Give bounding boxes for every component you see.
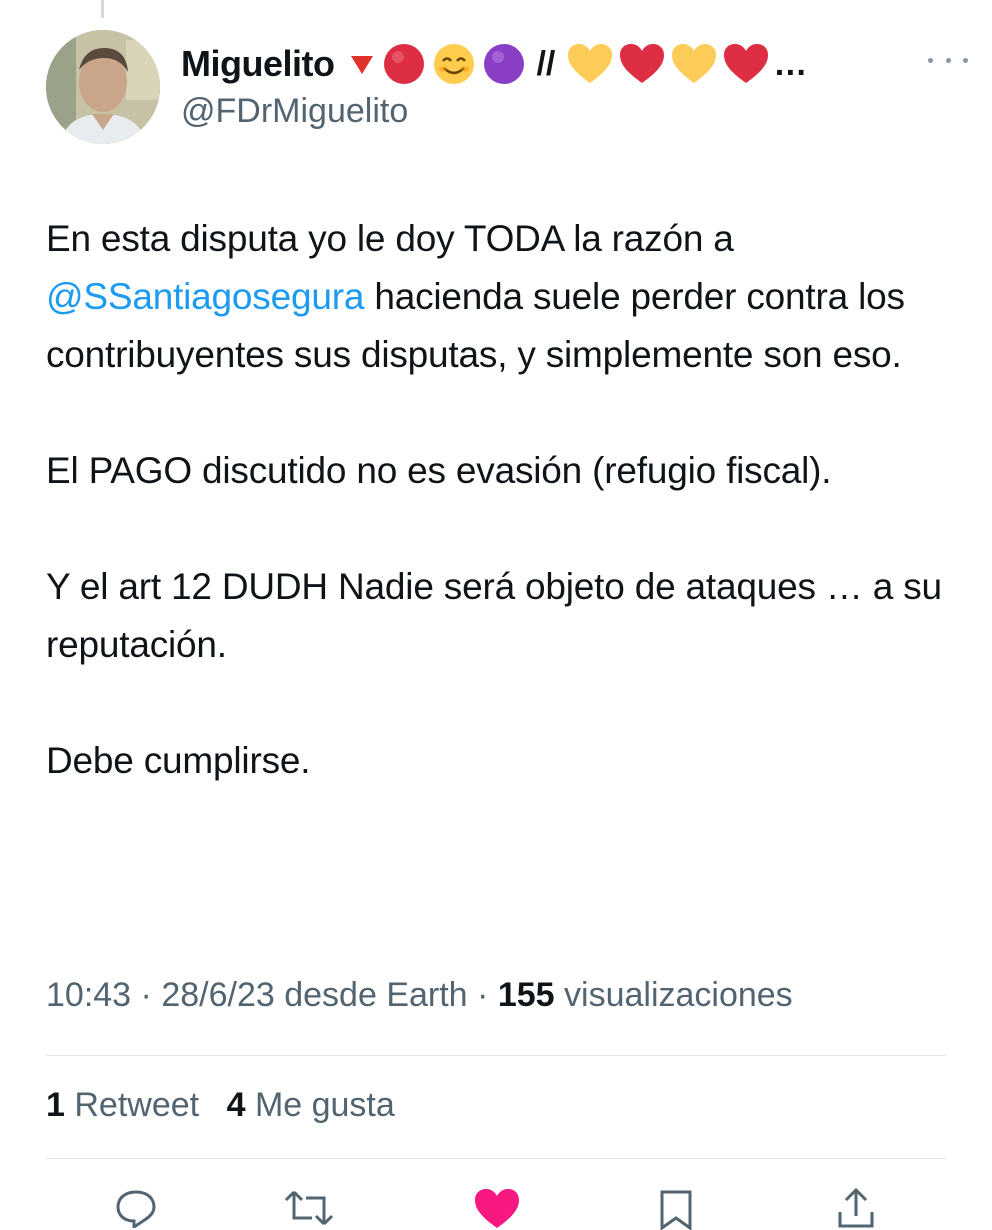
tweet-paragraph: El PAGO discutido no es evasión (refugio… bbox=[46, 450, 832, 491]
red-circle-icon bbox=[384, 44, 425, 84]
author-name-emoji: // … bbox=[348, 42, 807, 86]
tweet-date[interactable]: 28/6/23 bbox=[161, 976, 274, 1014]
smiling-face-icon bbox=[434, 44, 475, 84]
yellow-heart-icon bbox=[568, 44, 613, 83]
retweets-stat[interactable]: 1 Retweet bbox=[46, 1086, 199, 1124]
tweet-source: desde Earth bbox=[284, 976, 468, 1014]
tweet-paragraph: En esta disputa yo le doy TODA la razón … bbox=[46, 218, 905, 375]
meta-separator: · bbox=[140, 976, 152, 1014]
mention-link[interactable]: @SSantiagosegura bbox=[46, 276, 364, 317]
tweet-metadata: 10:43 · 28/6/23 desde Earth · 155 visual… bbox=[46, 976, 793, 1015]
likes-count: 4 bbox=[226, 1086, 246, 1124]
tweet-paragraph: Debe cumplirse. bbox=[46, 740, 311, 781]
share-icon[interactable] bbox=[836, 1188, 876, 1230]
name-separator: // bbox=[536, 44, 556, 83]
red-heart-icon bbox=[724, 44, 769, 83]
tweet-paragraph: Y el art 12 DUDH Nadie será objeto de at… bbox=[46, 566, 942, 665]
views-label: visualizaciones bbox=[564, 976, 793, 1014]
meta-separator: · bbox=[477, 976, 489, 1014]
tweet-text: En esta disputa yo le doy TODA la razón … bbox=[46, 210, 946, 848]
author-handle[interactable]: @FDrMiguelito bbox=[181, 92, 408, 131]
views-count: 155 bbox=[497, 976, 555, 1014]
likes-label: Me gusta bbox=[254, 1086, 395, 1124]
yellow-heart-icon bbox=[672, 44, 717, 83]
tweet-actions-bar bbox=[46, 1180, 946, 1230]
tweet-header: Miguelito // … @FDrMiguelito bbox=[46, 30, 976, 150]
tweet-time[interactable]: 10:43 bbox=[46, 976, 131, 1014]
bookmark-icon[interactable] bbox=[658, 1188, 694, 1230]
retweets-count: 1 bbox=[46, 1086, 65, 1124]
more-options-button[interactable] bbox=[928, 50, 968, 70]
divider bbox=[46, 1055, 946, 1056]
avatar-photo bbox=[46, 30, 160, 144]
more-dot-icon bbox=[963, 57, 968, 63]
retweets-label: Retweet bbox=[74, 1086, 200, 1124]
author-name-row[interactable]: Miguelito // … bbox=[181, 40, 807, 88]
name-truncation-ellipsis: … bbox=[773, 44, 808, 83]
red-triangle-down-icon bbox=[351, 56, 374, 74]
thread-connector-line bbox=[101, 0, 104, 18]
red-heart-icon bbox=[620, 44, 665, 83]
divider bbox=[46, 1158, 946, 1159]
avatar[interactable] bbox=[46, 30, 160, 144]
purple-circle-icon bbox=[484, 44, 525, 84]
more-dot-icon bbox=[945, 57, 951, 63]
like-icon[interactable] bbox=[474, 1188, 520, 1230]
likes-stat[interactable]: 4 Me gusta bbox=[227, 1086, 395, 1124]
tweet-stats: 1 Retweet 4 Me gusta bbox=[46, 1086, 413, 1125]
retweet-icon[interactable] bbox=[284, 1188, 334, 1228]
reply-icon[interactable] bbox=[114, 1188, 158, 1228]
more-dot-icon bbox=[928, 57, 933, 63]
author-display-name[interactable]: Miguelito bbox=[181, 43, 335, 85]
